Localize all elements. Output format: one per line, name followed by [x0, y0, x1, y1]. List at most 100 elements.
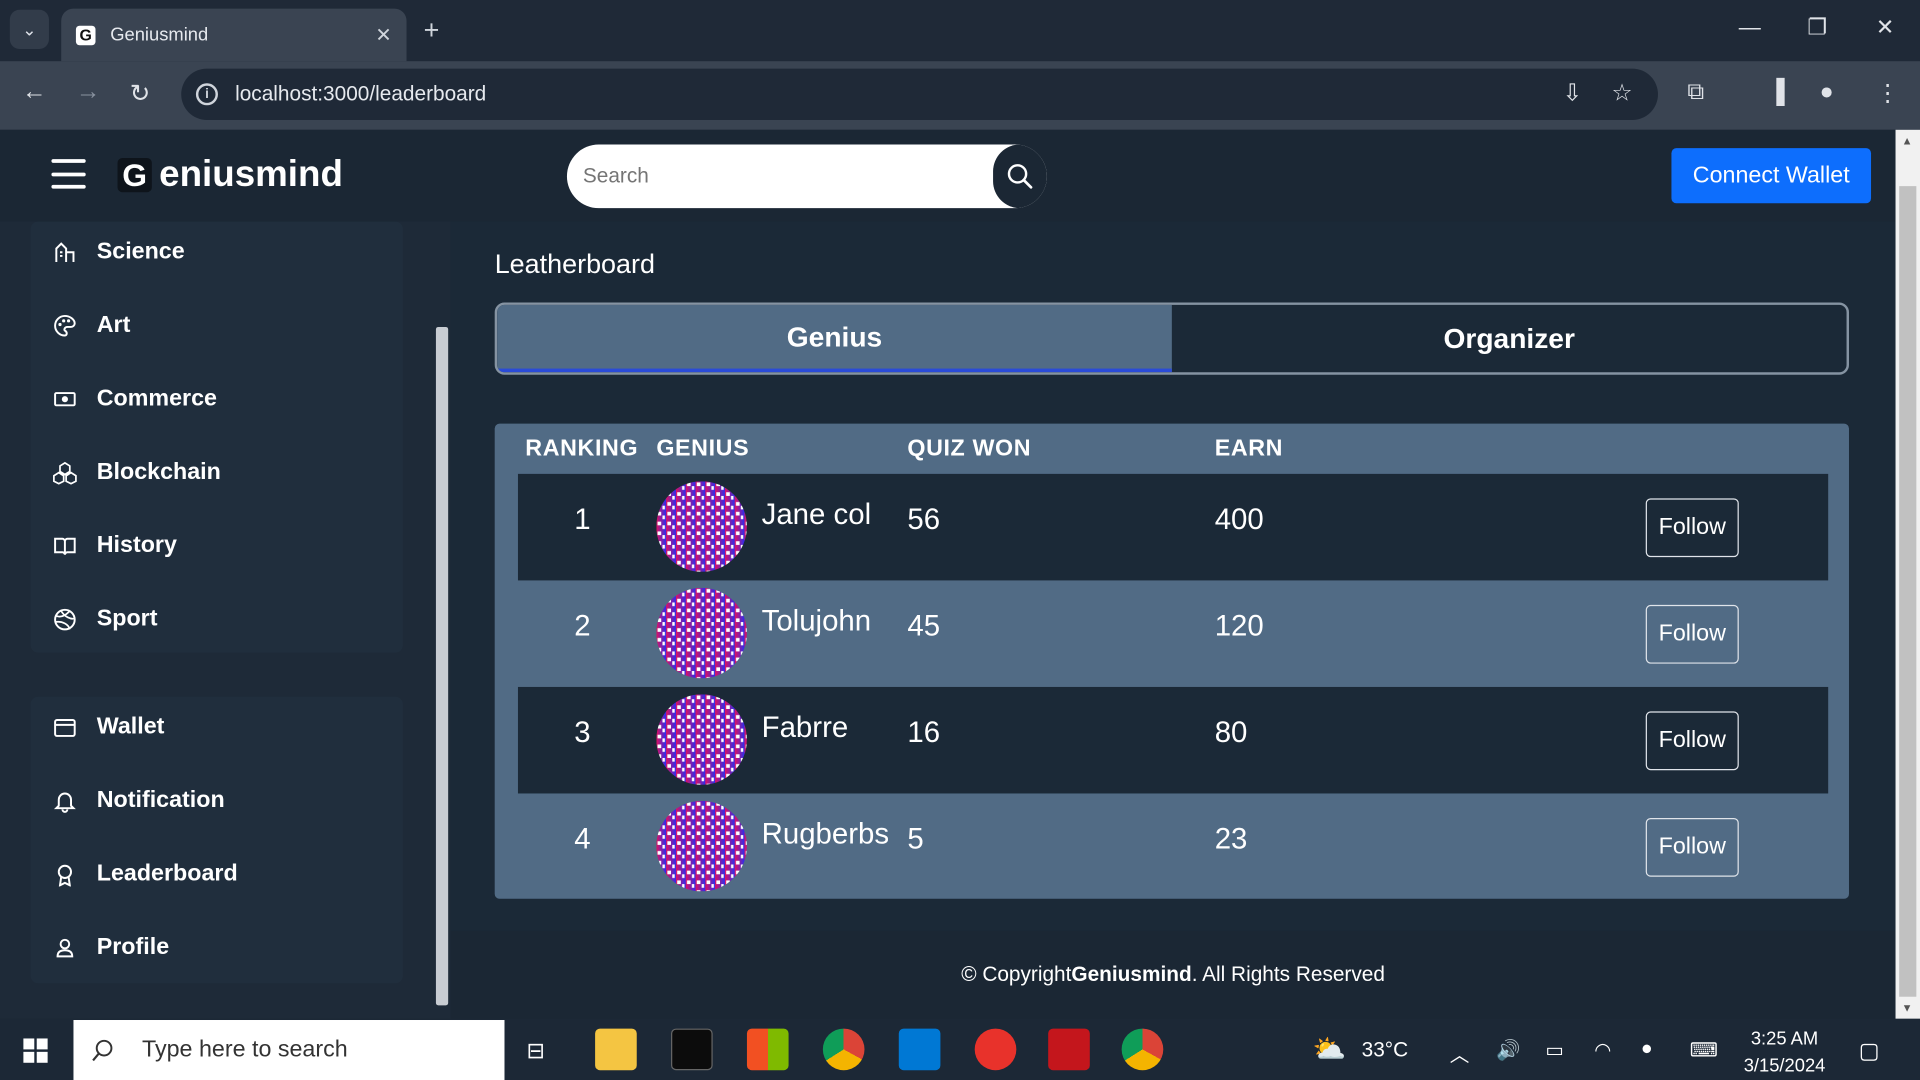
search-icon [1007, 164, 1033, 189]
sidebar-item-label: Art [96, 312, 131, 338]
battery-icon[interactable]: ▭ [1545, 1038, 1564, 1062]
install-app-icon[interactable]: ⇩ [1562, 80, 1581, 108]
sidebar-item-label: Wallet [96, 713, 165, 740]
rank-cell: 1 [574, 503, 591, 537]
bookmark-star-icon[interactable]: ☆ [1611, 80, 1632, 108]
favicon-icon: G [75, 25, 96, 45]
back-icon[interactable]: ← [22, 78, 46, 106]
sidebar-item-profile[interactable]: Profile [53, 934, 169, 961]
store-icon[interactable] [746, 1028, 789, 1071]
copyright-prefix: © Copyright [961, 962, 1072, 986]
chrome-icon[interactable] [822, 1028, 865, 1071]
copyright-suffix: . All Rights Reserved [1191, 962, 1385, 986]
avatar [656, 481, 747, 572]
profile-icon[interactable]: ● [1820, 80, 1834, 107]
tab-search-button[interactable]: ⌄ [9, 9, 49, 49]
browser-tab[interactable]: G Geniusmind ✕ [61, 8, 407, 62]
sidebar-item-leaderboard[interactable]: Leaderboard [53, 861, 238, 888]
side-panel-icon[interactable]: ▐ [1768, 80, 1784, 107]
tray-chevron-icon[interactable]: ︿ [1450, 1038, 1470, 1067]
follow-button[interactable]: Follow [1645, 711, 1739, 771]
file-explorer-icon[interactable] [595, 1028, 637, 1071]
date: 3/15/2024 [1743, 1055, 1826, 1077]
sidebar-item-sport[interactable]: Sport [53, 606, 158, 633]
genius-name: Fabrre [761, 711, 849, 745]
earn-cell: 80 [1214, 716, 1248, 750]
keyboard-icon[interactable]: ⌨ [1690, 1038, 1718, 1062]
page-scroll-thumb[interactable] [1899, 186, 1917, 997]
taskbar-search[interactable]: Type here to search [73, 1020, 505, 1080]
follow-button[interactable]: Follow [1645, 498, 1739, 558]
sidebar-scrollbar[interactable] [435, 222, 450, 1019]
sidebar-item-science[interactable]: Science [53, 239, 185, 266]
site-info-icon[interactable]: i [195, 83, 218, 106]
rank-cell: 3 [574, 716, 591, 750]
address-bar[interactable]: i localhost:3000/leaderboard [181, 68, 1658, 121]
browser-menu-icon[interactable]: ⋮ [1876, 80, 1899, 108]
tab-genius[interactable]: Genius [497, 304, 1172, 373]
award-icon [57, 864, 73, 887]
windows-start-icon[interactable] [23, 1038, 48, 1063]
avatar [656, 587, 747, 679]
terminal-icon[interactable] [671, 1028, 713, 1071]
sidebar-item-label: Commerce [96, 385, 218, 412]
sidebar-item-label: Sport [96, 606, 158, 632]
leaderboard-table: RANKING GENIUS QUIZ WON EARN 1 Jane col … [494, 423, 1849, 899]
vscode-icon[interactable] [898, 1028, 941, 1071]
reload-icon[interactable]: ↻ [130, 78, 151, 109]
forward-icon[interactable]: → [76, 78, 100, 106]
sidebar-item-notification[interactable]: Notification [53, 787, 225, 814]
blockchain-icon [53, 461, 77, 485]
minimize-icon[interactable]: — [1739, 15, 1761, 41]
search-button[interactable] [993, 144, 1047, 209]
close-window-icon[interactable]: ✕ [1876, 15, 1894, 41]
notification-center-icon[interactable]: ▢ [1859, 1038, 1880, 1064]
sidebar-item-blockchain[interactable]: Blockchain [53, 459, 221, 486]
scroll-up-icon[interactable]: ▲ [1902, 135, 1913, 147]
scroll-down-icon[interactable]: ▼ [1902, 1002, 1913, 1014]
sidebar-item-label: Profile [96, 934, 170, 961]
follow-button[interactable]: Follow [1645, 604, 1739, 664]
restore-icon[interactable]: ❐ [1807, 15, 1827, 41]
sidebar-item-art[interactable]: Art [53, 312, 131, 339]
sidebar-scroll-thumb[interactable] [435, 326, 449, 1006]
hamburger-menu-icon[interactable] [51, 159, 86, 189]
logo[interactable]: G eniusmind [117, 154, 343, 196]
follow-button[interactable]: Follow [1645, 817, 1739, 877]
avatar [656, 800, 747, 892]
quiz-won-cell: 56 [907, 503, 941, 537]
clock[interactable]: 3:25 AM 3/15/2024 [1744, 1026, 1826, 1080]
main-content: Leatherboard Genius Organizer RANKING GE… [450, 221, 1896, 931]
temperature[interactable]: 33°C [1362, 1038, 1409, 1062]
weather-icon[interactable]: ⛅ [1313, 1033, 1347, 1065]
genius-name: Rugberbs [761, 817, 890, 852]
app-header: G eniusmind Connect Wallet [0, 129, 1896, 222]
sidebar-item-wallet[interactable]: Wallet [53, 713, 165, 741]
task-view-icon[interactable]: ⊟ [527, 1038, 545, 1064]
quiz-won-cell: 5 [907, 822, 924, 856]
app-tray-icon[interactable]: ● [1641, 1038, 1653, 1060]
acrobat-icon[interactable] [1048, 1028, 1090, 1071]
extensions-icon[interactable]: ⧉ [1687, 80, 1704, 107]
logo-text: eniusmind [159, 154, 343, 195]
earn-cell: 120 [1214, 609, 1264, 643]
tab-close-icon[interactable]: ✕ [375, 23, 391, 47]
palette-icon [54, 314, 76, 337]
volume-icon[interactable]: 🔊 [1496, 1038, 1520, 1062]
footer: © Copyright Geniusmind . All Rights Rese… [450, 930, 1896, 1019]
cash-icon [54, 392, 76, 407]
chrome-profile-icon[interactable] [1121, 1028, 1164, 1071]
wifi-icon[interactable]: ◠ [1594, 1038, 1611, 1062]
search-bar [566, 144, 1047, 209]
genius-name: Tolujohn [761, 604, 872, 638]
bell-icon [53, 792, 76, 813]
sidebar-item-history[interactable]: History [53, 533, 177, 560]
wps-icon[interactable] [974, 1028, 1017, 1071]
new-tab-icon[interactable]: + [424, 15, 440, 47]
taskbar: Type here to search ⊟ ⛅ 33°C ︿ 🔊 ▭ ◠ ● ⌨… [0, 1018, 1920, 1080]
search-input[interactable] [582, 164, 975, 189]
page-scrollbar[interactable]: ▲ ▼ [1895, 129, 1920, 1019]
connect-wallet-button[interactable]: Connect Wallet [1671, 148, 1872, 204]
sidebar-item-commerce[interactable]: Commerce [53, 386, 217, 413]
tab-organizer[interactable]: Organizer [1172, 305, 1847, 372]
